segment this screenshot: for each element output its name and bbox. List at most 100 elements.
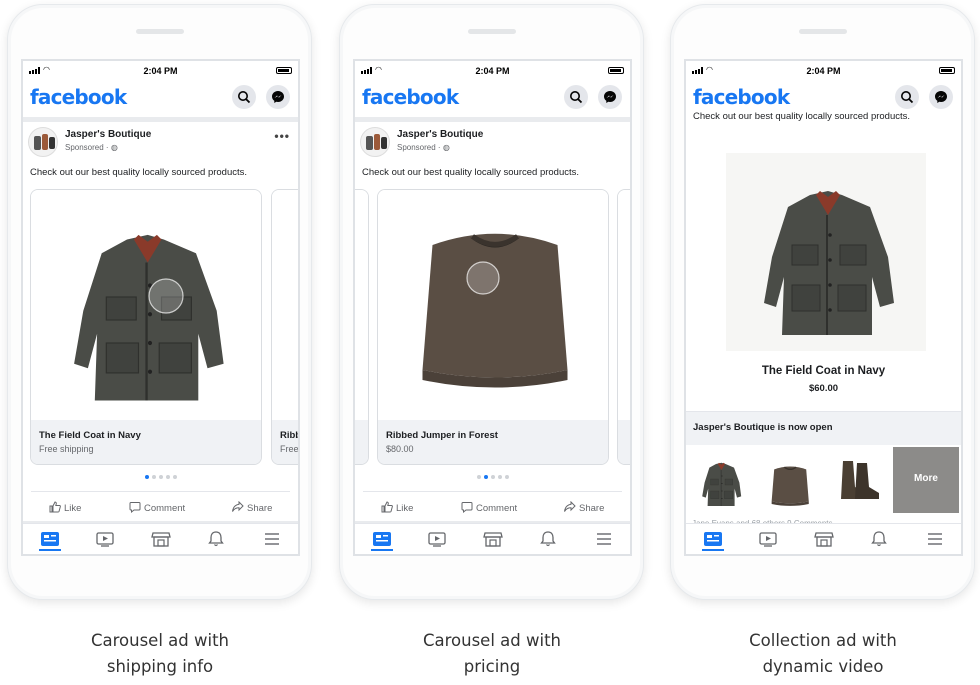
touch-indicator	[466, 261, 500, 295]
card-info[interactable]	[618, 420, 630, 464]
sponsored-text: Sponsored ·	[65, 143, 111, 152]
status-time: 2:04 PM	[806, 66, 841, 76]
page-name[interactable]: Jasper's Boutique	[65, 129, 151, 140]
marketplace-icon[interactable]	[482, 531, 504, 547]
post-header: Jasper's Boutique Sponsored · ◍ •••	[23, 125, 298, 161]
page-avatar[interactable]	[28, 127, 58, 157]
collection-banner[interactable]: Jasper's Boutique is now open	[686, 411, 961, 445]
menu-icon[interactable]	[924, 531, 946, 547]
collection-more-button[interactable]: More	[893, 447, 959, 513]
like-button[interactable]: Like	[381, 501, 413, 514]
like-button[interactable]: Like	[49, 501, 81, 514]
caption-collection: Collection ad with dynamic video	[703, 628, 943, 680]
facebook-header: facebook	[23, 81, 298, 117]
card-info[interactable]: Ribbed Jumper in Forest $80.00	[378, 420, 608, 464]
messenger-icon[interactable]	[929, 85, 953, 109]
caption-line-2: shipping info	[106, 657, 214, 676]
share-icon	[564, 500, 576, 512]
search-icon[interactable]	[895, 85, 919, 109]
collection-thumb-coat[interactable]	[689, 447, 755, 513]
product-image[interactable]	[31, 190, 261, 420]
collection-banner-text: Jasper's Boutique is now open	[693, 422, 833, 433]
card-info[interactable]	[355, 420, 368, 464]
facebook-header: facebook	[355, 81, 630, 117]
caption-line-1: Carousel ad with	[90, 631, 230, 650]
collection-thumb-boots[interactable]	[825, 447, 891, 513]
facebook-logo[interactable]: facebook	[362, 85, 459, 109]
watch-icon[interactable]	[94, 531, 116, 547]
more-icon[interactable]: •••	[274, 129, 290, 143]
product-title: The Field Coat in Navy	[761, 365, 886, 377]
collection-thumb-jumper[interactable]	[757, 447, 823, 513]
status-time: 2:04 PM	[475, 66, 510, 76]
battery-icon	[939, 67, 955, 74]
like-icon	[49, 501, 61, 513]
menu-icon[interactable]	[593, 531, 615, 547]
header-divider	[23, 117, 298, 122]
sponsored-label: Sponsored · ◍	[65, 143, 118, 152]
bottom-nav	[355, 523, 630, 554]
page-name[interactable]: Jasper's Boutique	[397, 129, 483, 140]
bottom-nav	[23, 523, 298, 554]
watch-icon[interactable]	[426, 531, 448, 547]
carousel-card-active[interactable]: The Field Coat in Navy Free shipping	[30, 189, 262, 465]
phone-speaker	[467, 29, 516, 34]
phone-screen: ◠ 2:04 PM facebook Check out our best qu…	[684, 59, 963, 556]
news-feed-icon[interactable]	[371, 531, 393, 551]
messenger-icon[interactable]	[266, 85, 290, 109]
facebook-logo[interactable]: facebook	[30, 85, 127, 109]
share-button[interactable]: Share	[563, 500, 604, 514]
comment-icon	[461, 502, 473, 514]
card-price: $80.00	[386, 444, 414, 454]
touch-indicator	[148, 278, 184, 314]
watch-icon[interactable]	[757, 531, 779, 547]
search-icon[interactable]	[564, 85, 588, 109]
card-title: The Field Coat in Navy	[39, 430, 141, 441]
carousel-pager	[355, 475, 630, 479]
menu-icon[interactable]	[261, 531, 283, 547]
carousel-card-active[interactable]: Ribbed Jumper in Forest $80.00	[377, 189, 609, 465]
product-image[interactable]	[272, 190, 298, 420]
card-info[interactable]: Ribb Free	[272, 420, 298, 464]
header-divider	[355, 117, 630, 122]
actions-divider	[363, 491, 622, 492]
bell-icon[interactable]	[868, 531, 890, 547]
product-image[interactable]	[355, 190, 368, 420]
card-subtitle: Free shipping	[39, 444, 94, 454]
post-header: Jasper's Boutique Sponsored · ◍	[355, 125, 630, 161]
news-feed-icon[interactable]	[702, 531, 724, 551]
product-image[interactable]	[618, 190, 630, 420]
like-icon	[381, 501, 393, 513]
post-actions: Like Comment Share	[23, 493, 298, 521]
share-label: Share	[247, 503, 273, 514]
caption-line-1: Collection ad with	[749, 631, 897, 650]
search-icon[interactable]	[232, 85, 256, 109]
carousel-card-next[interactable]	[617, 189, 630, 465]
carousel-card-prev[interactable]	[355, 189, 369, 465]
comment-button[interactable]: Comment	[461, 501, 517, 514]
share-button[interactable]: Share	[231, 500, 273, 514]
like-label: Like	[396, 503, 414, 514]
actions-divider	[31, 491, 290, 492]
globe-icon: ◍	[110, 143, 118, 152]
facebook-logo[interactable]: facebook	[693, 85, 790, 109]
messenger-icon[interactable]	[598, 85, 622, 109]
battery-icon	[276, 67, 292, 74]
bell-icon[interactable]	[205, 531, 227, 547]
card-info[interactable]: The Field Coat in Navy Free shipping	[31, 420, 261, 464]
caption-carousel-shipping: Carousel ad with shipping info	[40, 628, 280, 680]
post-text: Check out our best quality locally sourc…	[362, 167, 580, 178]
carousel-card-next[interactable]: Ribb Free	[271, 189, 298, 465]
news-feed-icon[interactable]	[39, 531, 61, 551]
comment-button[interactable]: Comment	[129, 501, 185, 514]
sponsored-label: Sponsored · ◍	[397, 143, 450, 152]
post-actions: Like Comment Share	[355, 493, 630, 521]
page-avatar[interactable]	[360, 127, 390, 157]
product-image[interactable]	[378, 190, 608, 420]
marketplace-icon[interactable]	[813, 531, 835, 547]
globe-icon: ◍	[442, 143, 450, 152]
marketplace-icon[interactable]	[150, 531, 172, 547]
bell-icon[interactable]	[537, 531, 559, 547]
collection-hero-video[interactable]	[726, 153, 926, 351]
status-time: 2:04 PM	[143, 66, 178, 76]
